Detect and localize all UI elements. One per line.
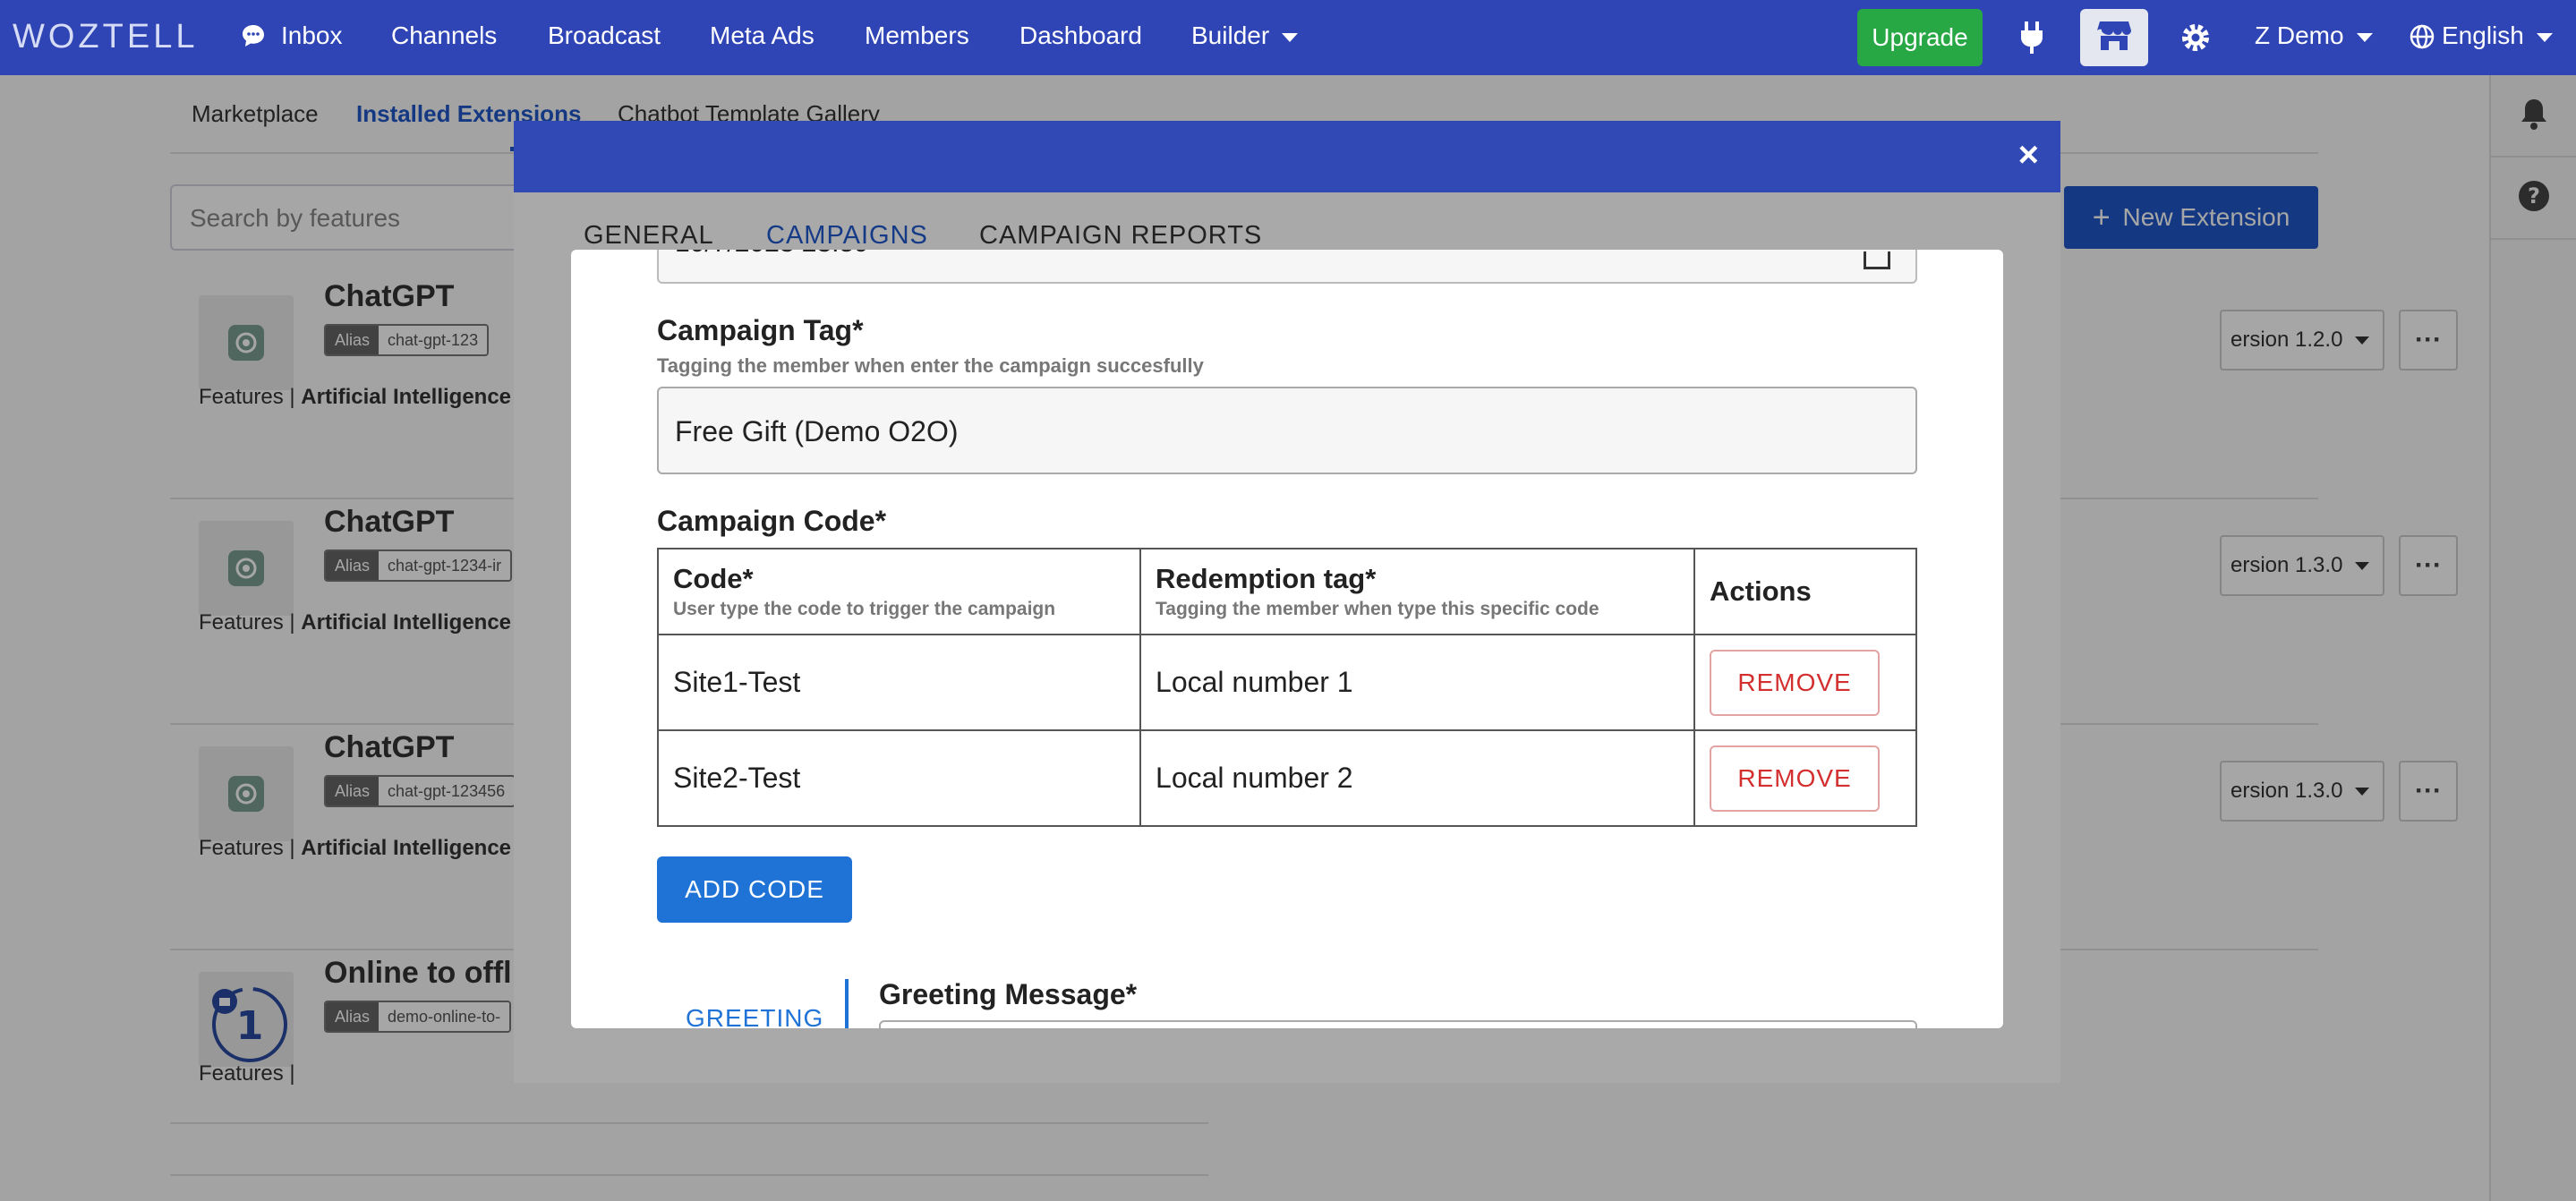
upgrade-button[interactable]: Upgrade	[1857, 9, 1983, 66]
remove-button[interactable]: REMOVE	[1710, 649, 1881, 716]
modal-header: ×	[514, 121, 2060, 192]
gear-icon[interactable]	[2179, 21, 2212, 58]
campaign-dialog: 10/7/2023 23:59 Campaign Tag* Tagging th…	[571, 250, 2003, 1028]
greeting-message-label: Greeting Message*	[879, 978, 1138, 1010]
nav-dashboard[interactable]: Dashboard	[1019, 21, 1142, 50]
table-row: Site2-Test Local number 2 REMOVE	[656, 729, 1917, 827]
column-header-code: Code* User type the code to trigger the c…	[656, 548, 1142, 635]
chevron-down-icon	[2356, 32, 2373, 42]
nav-inbox[interactable]: Inbox	[281, 21, 343, 50]
close-icon[interactable]: ×	[2018, 135, 2039, 175]
nav-members[interactable]: Members	[865, 21, 969, 50]
column-title: Code*	[673, 563, 754, 594]
end-date-value: 10/7/2023 23:59	[675, 250, 869, 259]
campaign-tag-help: Tagging the member when enter the campai…	[657, 354, 1204, 377]
top-nav: WOZTELL Inbox Channels Broadcast Meta Ad…	[0, 0, 2576, 75]
end-date-field[interactable]: 10/7/2023 23:59	[657, 250, 1917, 284]
redemption-tag-cell[interactable]: Local number 1	[1139, 634, 1696, 731]
calendar-icon[interactable]	[1864, 251, 1890, 269]
code-cell[interactable]: Site1-Test	[656, 634, 1142, 731]
store-button[interactable]	[2080, 9, 2148, 66]
add-code-button[interactable]: ADD CODE	[657, 856, 852, 923]
tab-greeting[interactable]: GREETING	[686, 1004, 823, 1028]
column-header-actions: Actions	[1693, 548, 1917, 635]
column-subtitle: Tagging the member when type this specif…	[1156, 599, 1599, 619]
nav-builder-label: Builder	[1191, 21, 1270, 49]
nav-builder[interactable]: Builder	[1191, 21, 1299, 50]
campaign-tag-label: Campaign Tag*	[657, 314, 864, 346]
active-tab-indicator	[845, 979, 849, 1028]
nav-channels[interactable]: Channels	[391, 21, 497, 50]
column-subtitle: User type the code to trigger the campai…	[673, 599, 1056, 619]
account-menu[interactable]: Z Demo	[2255, 21, 2373, 50]
remove-button[interactable]: REMOVE	[1710, 745, 1881, 812]
language-menu[interactable]: English	[2442, 21, 2553, 50]
greeting-message-input[interactable]	[879, 1020, 1917, 1028]
column-title: Actions	[1710, 575, 1812, 607]
table-header-row: Code* User type the code to trigger the c…	[656, 548, 1917, 635]
table-row: Site1-Test Local number 1 REMOVE	[656, 634, 1917, 731]
chevron-down-icon	[1282, 32, 1299, 42]
campaign-code-label: Campaign Code*	[657, 505, 887, 537]
column-title: Redemption tag*	[1156, 563, 1377, 594]
language-label: English	[2442, 21, 2524, 49]
globe-icon	[2410, 24, 2435, 54]
nav-meta-ads[interactable]: Meta Ads	[710, 21, 815, 50]
plug-icon[interactable]	[2017, 20, 2046, 60]
chat-bubble-icon	[240, 22, 267, 54]
nav-broadcast[interactable]: Broadcast	[548, 21, 661, 50]
account-name: Z Demo	[2255, 21, 2344, 49]
code-cell[interactable]: Site2-Test	[656, 729, 1142, 827]
column-header-redemption-tag: Redemption tag* Tagging the member when t…	[1139, 548, 1696, 635]
store-icon	[2096, 20, 2132, 56]
actions-cell: REMOVE	[1693, 729, 1917, 827]
actions-cell: REMOVE	[1693, 634, 1917, 731]
redemption-tag-cell[interactable]: Local number 2	[1139, 729, 1696, 827]
chevron-down-icon	[2536, 32, 2553, 42]
woztell-logo[interactable]: WOZTELL	[13, 18, 198, 56]
campaign-code-table: Code* User type the code to trigger the c…	[656, 548, 1917, 827]
campaign-tag-input[interactable]: Free Gift (Demo O2O)	[657, 387, 1917, 474]
